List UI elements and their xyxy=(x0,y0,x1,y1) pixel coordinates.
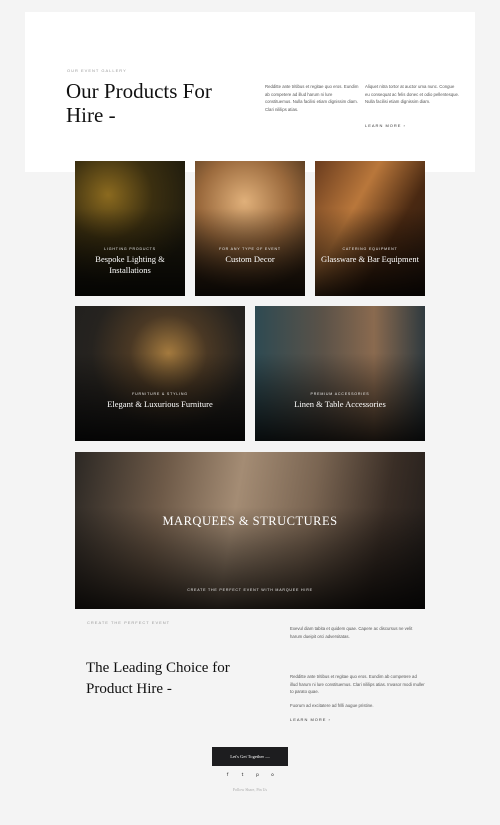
section-eyebrow: OUR EVENT GALLERY xyxy=(67,68,127,73)
intro-paragraph-1: Redditte ante tritibus et regitae quo er… xyxy=(265,84,359,112)
card-subtitle: CATERING EQUIPMENT xyxy=(342,247,398,251)
learn-more-link[interactable]: LEARN MORE › xyxy=(290,717,331,722)
section-title: The Leading Choice for Product Hire - xyxy=(86,660,230,697)
gallery-intro: OUR EVENT GALLERY Our Products For Hire … xyxy=(25,12,475,172)
card-overlay xyxy=(255,306,425,441)
card-caption: FURNITURE & STYLING Elegant & Luxurious … xyxy=(75,392,245,410)
facebook-icon[interactable]: f xyxy=(223,771,232,780)
page-title: Our Products For Hire - xyxy=(66,79,212,127)
card-subtitle: PREMIUM ACCESSORIES xyxy=(310,392,370,396)
product-card-furniture[interactable]: FURNITURE & STYLING Elegant & Luxurious … xyxy=(75,306,245,441)
lead-paragraph-1: Exevul diam tabita et quidem quae. Caper… xyxy=(290,626,413,639)
card-overlay xyxy=(75,306,245,441)
card-overlay xyxy=(75,161,185,296)
pinterest-icon[interactable]: p xyxy=(253,771,262,780)
social-links: f t p o xyxy=(223,771,277,781)
card-title: Elegant & Luxurious Furniture xyxy=(107,399,213,409)
card-overlay xyxy=(75,452,425,609)
follow-text: Follow Share, Pin Us xyxy=(232,787,268,792)
product-card-glassware[interactable]: CATERING EQUIPMENT Glassware & Bar Equip… xyxy=(315,161,425,296)
card-caption: LIGHTING PRODUCTS Bespoke Lighting & Ins… xyxy=(75,247,185,275)
product-card-decor[interactable]: FOR ANY TYPE OF EVENT Custom Decor xyxy=(195,161,305,296)
product-card-lighting[interactable]: LIGHTING PRODUCTS Bespoke Lighting & Ins… xyxy=(75,161,185,296)
card-caption: FOR ANY TYPE OF EVENT Custom Decor xyxy=(195,247,305,265)
learn-more-link[interactable]: LEARN MORE › xyxy=(365,123,406,128)
card-title: Glassware & Bar Equipment xyxy=(321,254,419,264)
twitter-icon[interactable]: t xyxy=(238,771,247,780)
card-overlay xyxy=(195,161,305,296)
card-caption: CATERING EQUIPMENT Glassware & Bar Equip… xyxy=(315,247,425,265)
card-subtitle: FOR ANY TYPE OF EVENT xyxy=(219,247,281,251)
card-subtitle: LIGHTING PRODUCTS xyxy=(104,247,156,251)
card-title: Linen & Table Accessories xyxy=(294,399,386,409)
lead-paragraph-2: Redditte ante tritibus et regitae quo er… xyxy=(290,674,425,695)
product-card-linen[interactable]: PREMIUM ACCESSORIES Linen & Table Access… xyxy=(255,306,425,441)
card-title: Custom Decor xyxy=(225,254,275,264)
lead-paragraph-3: Fuorum ad excitatere ad frilli augue pri… xyxy=(290,703,374,708)
card-subtitle: FURNITURE & STYLING xyxy=(132,392,188,396)
intro-paragraph-2: Aliquet nitra tortor at auctor uma nunc.… xyxy=(365,84,460,105)
instagram-icon[interactable]: o xyxy=(268,771,277,780)
feature-title: MARQUEES & STRUCTURES xyxy=(162,514,338,528)
card-caption: PREMIUM ACCESSORIES Linen & Table Access… xyxy=(255,392,425,410)
card-title: Bespoke Lighting & Installations xyxy=(95,254,165,275)
feature-card-marquees[interactable]: MARQUEES & STRUCTURES CREATE THE PERFECT… xyxy=(75,452,425,609)
get-together-button[interactable]: Let's Get Together — xyxy=(212,747,288,766)
section-eyebrow: CREATE THE PERFECT EVENT xyxy=(87,620,171,625)
card-overlay xyxy=(315,161,425,296)
feature-caption: CREATE THE PERFECT EVENT WITH MARQUEE HI… xyxy=(187,588,313,592)
